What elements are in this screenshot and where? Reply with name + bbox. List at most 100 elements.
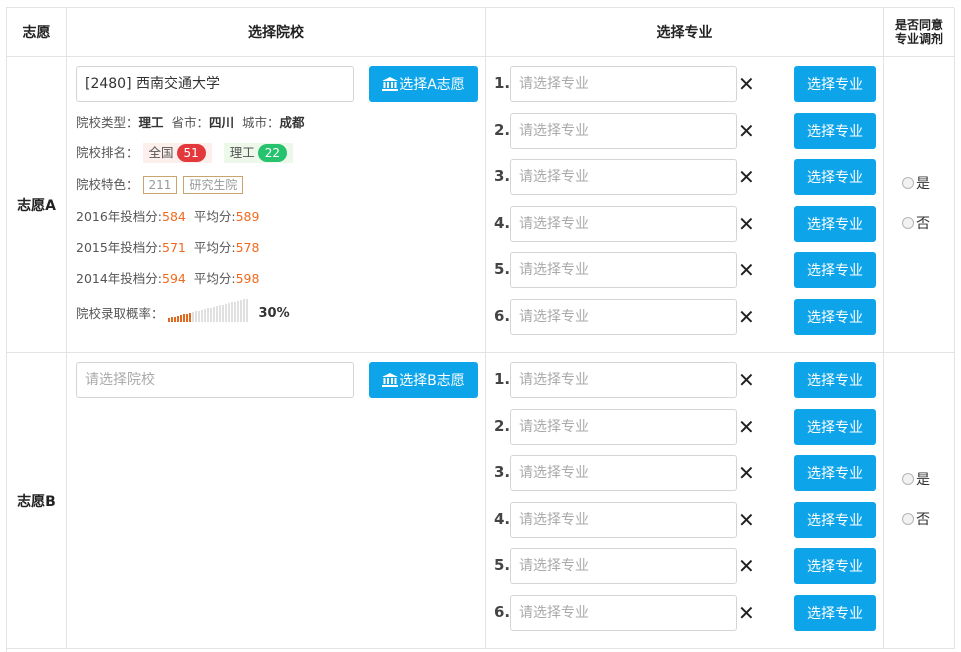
probability-bar	[224, 303, 227, 322]
major-input[interactable]: 请选择专业	[510, 252, 737, 288]
major-input[interactable]: 请选择专业	[510, 206, 737, 242]
province-value: 四川	[209, 115, 235, 130]
major-input[interactable]: 请选择专业	[510, 595, 737, 631]
close-icon[interactable]: ✕	[738, 74, 755, 94]
major-input[interactable]: 请选择专业	[510, 362, 737, 398]
row-label-a: 志愿A	[7, 57, 67, 353]
probability-bar	[233, 301, 236, 322]
close-icon[interactable]: ✕	[738, 307, 755, 327]
close-icon[interactable]: ✕	[738, 167, 755, 187]
close-icon[interactable]: ✕	[738, 370, 755, 390]
select-major-button[interactable]: 选择专业	[794, 595, 876, 631]
school-input-a[interactable]: [2480] 西南交通大学	[76, 66, 354, 102]
adjust-no-radio-b[interactable]: 否	[902, 509, 930, 529]
major-input[interactable]: 请选择专业	[510, 113, 737, 149]
adjust-no-label: 否	[916, 512, 930, 528]
close-icon[interactable]: ✕	[738, 417, 755, 437]
select-major-button[interactable]: 选择专业	[794, 206, 876, 242]
rank-label: 院校排名：	[76, 145, 139, 160]
select-major-button[interactable]: 选择专业	[794, 409, 876, 445]
header-major: 选择专业	[486, 8, 884, 57]
probability-bar	[212, 306, 215, 322]
adjust-yes-radio-b[interactable]: 是	[902, 469, 930, 489]
adjust-cell-a	[884, 57, 955, 353]
major-input[interactable]: 请选择专业	[510, 66, 737, 102]
score-value: 584	[162, 209, 186, 224]
school-input-b[interactable]: 请选择院校	[76, 362, 354, 398]
select-major-button[interactable]: 选择专业	[794, 159, 876, 195]
score-value: 571	[162, 240, 186, 255]
bank-icon	[382, 77, 399, 91]
probability-bar	[176, 315, 179, 322]
school-feature-line: 院校特色： 211 研究生院	[76, 174, 249, 194]
major-input[interactable]: 请选择专业	[510, 548, 737, 584]
volunteer-table: 志愿 选择院校 选择专业 是否同意 专业调剂 志愿A 志愿B [2480] 西南…	[6, 7, 955, 652]
probability-bar	[182, 314, 185, 322]
select-school-a-button[interactable]: 选择A志愿	[369, 66, 478, 102]
school-type-value: 理工	[138, 115, 164, 130]
province-label: 省市：	[171, 115, 209, 130]
major-input[interactable]: 请选择专业	[510, 455, 737, 491]
score-line-2016: 2016年投档分:584 平均分:589	[76, 206, 259, 225]
probability-label: 院校录取概率：	[76, 306, 164, 321]
adjust-no-label: 否	[916, 216, 930, 232]
header-school-text: 选择院校	[248, 25, 304, 41]
select-major-button[interactable]: 选择专业	[794, 113, 876, 149]
adjust-yes-label: 是	[916, 176, 930, 192]
feature-label: 院校特色：	[76, 177, 139, 192]
rank-national-label: 全国	[148, 145, 174, 160]
major-input[interactable]: 请选择专业	[510, 502, 737, 538]
select-school-b-button[interactable]: 选择B志愿	[369, 362, 478, 398]
close-icon[interactable]: ✕	[738, 121, 755, 141]
select-major-button[interactable]: 选择专业	[794, 252, 876, 288]
probability-bar	[188, 312, 191, 322]
adjust-no-radio-a[interactable]: 否	[902, 213, 930, 233]
probability-bar	[179, 315, 182, 322]
avg-value: 589	[235, 209, 260, 224]
major-input[interactable]: 请选择专业	[510, 409, 737, 445]
select-major-button[interactable]: 选择专业	[794, 455, 876, 491]
school-type-label: 院校类型：	[76, 115, 139, 130]
score-value: 594	[162, 271, 186, 286]
header-major-text: 选择专业	[656, 25, 713, 41]
avg-label: 平均分:	[193, 240, 236, 255]
probability-bar	[239, 300, 242, 322]
rank-type-tag: 理工 22	[223, 143, 294, 163]
probability-bar	[209, 307, 212, 322]
rank-type-badge: 22	[257, 144, 288, 162]
probability-bar	[167, 318, 170, 322]
radio-circle[interactable]	[902, 473, 914, 485]
feature-tag-graduate: 研究生院	[183, 176, 244, 194]
close-icon[interactable]: ✕	[738, 603, 755, 623]
select-major-button[interactable]: 选择专业	[794, 362, 876, 398]
header-volunteer-text: 志愿	[22, 25, 51, 41]
header-adjust-line2: 专业调剂	[894, 32, 943, 46]
select-major-button[interactable]: 选择专业	[794, 299, 876, 335]
row-label-b-text: 志愿B	[17, 493, 56, 510]
select-major-button[interactable]: 选择专业	[794, 548, 876, 584]
radio-circle[interactable]	[902, 217, 914, 229]
score-line-2014: 2014年投档分:594 平均分:598	[76, 268, 259, 287]
major-input[interactable]: 请选择专业	[510, 159, 737, 195]
avg-label: 平均分:	[193, 209, 236, 224]
radio-circle[interactable]	[902, 177, 914, 189]
score-line-2015: 2015年投档分:571 平均分:578	[76, 237, 259, 256]
select-major-button[interactable]: 选择专业	[794, 66, 876, 102]
select-major-button[interactable]: 选择专业	[794, 502, 876, 538]
major-input[interactable]: 请选择专业	[510, 299, 737, 335]
close-icon[interactable]: ✕	[738, 260, 755, 280]
select-school-b-label: 选择B志愿	[399, 373, 465, 389]
radio-circle[interactable]	[902, 513, 914, 525]
close-icon[interactable]: ✕	[738, 214, 755, 234]
header-school: 选择院校	[67, 8, 486, 57]
score-year-label: 2016年投档分:	[76, 209, 163, 224]
adjust-yes-radio-a[interactable]: 是	[902, 173, 930, 193]
probability-line: 院校录取概率： 30%	[76, 296, 290, 322]
adjust-yes-label: 是	[916, 472, 930, 488]
probability-bar	[245, 298, 248, 322]
close-icon[interactable]: ✕	[738, 510, 755, 530]
close-icon[interactable]: ✕	[738, 463, 755, 483]
feature-tag-211: 211	[142, 176, 178, 194]
probability-bar	[236, 300, 239, 322]
close-icon[interactable]: ✕	[738, 556, 755, 576]
